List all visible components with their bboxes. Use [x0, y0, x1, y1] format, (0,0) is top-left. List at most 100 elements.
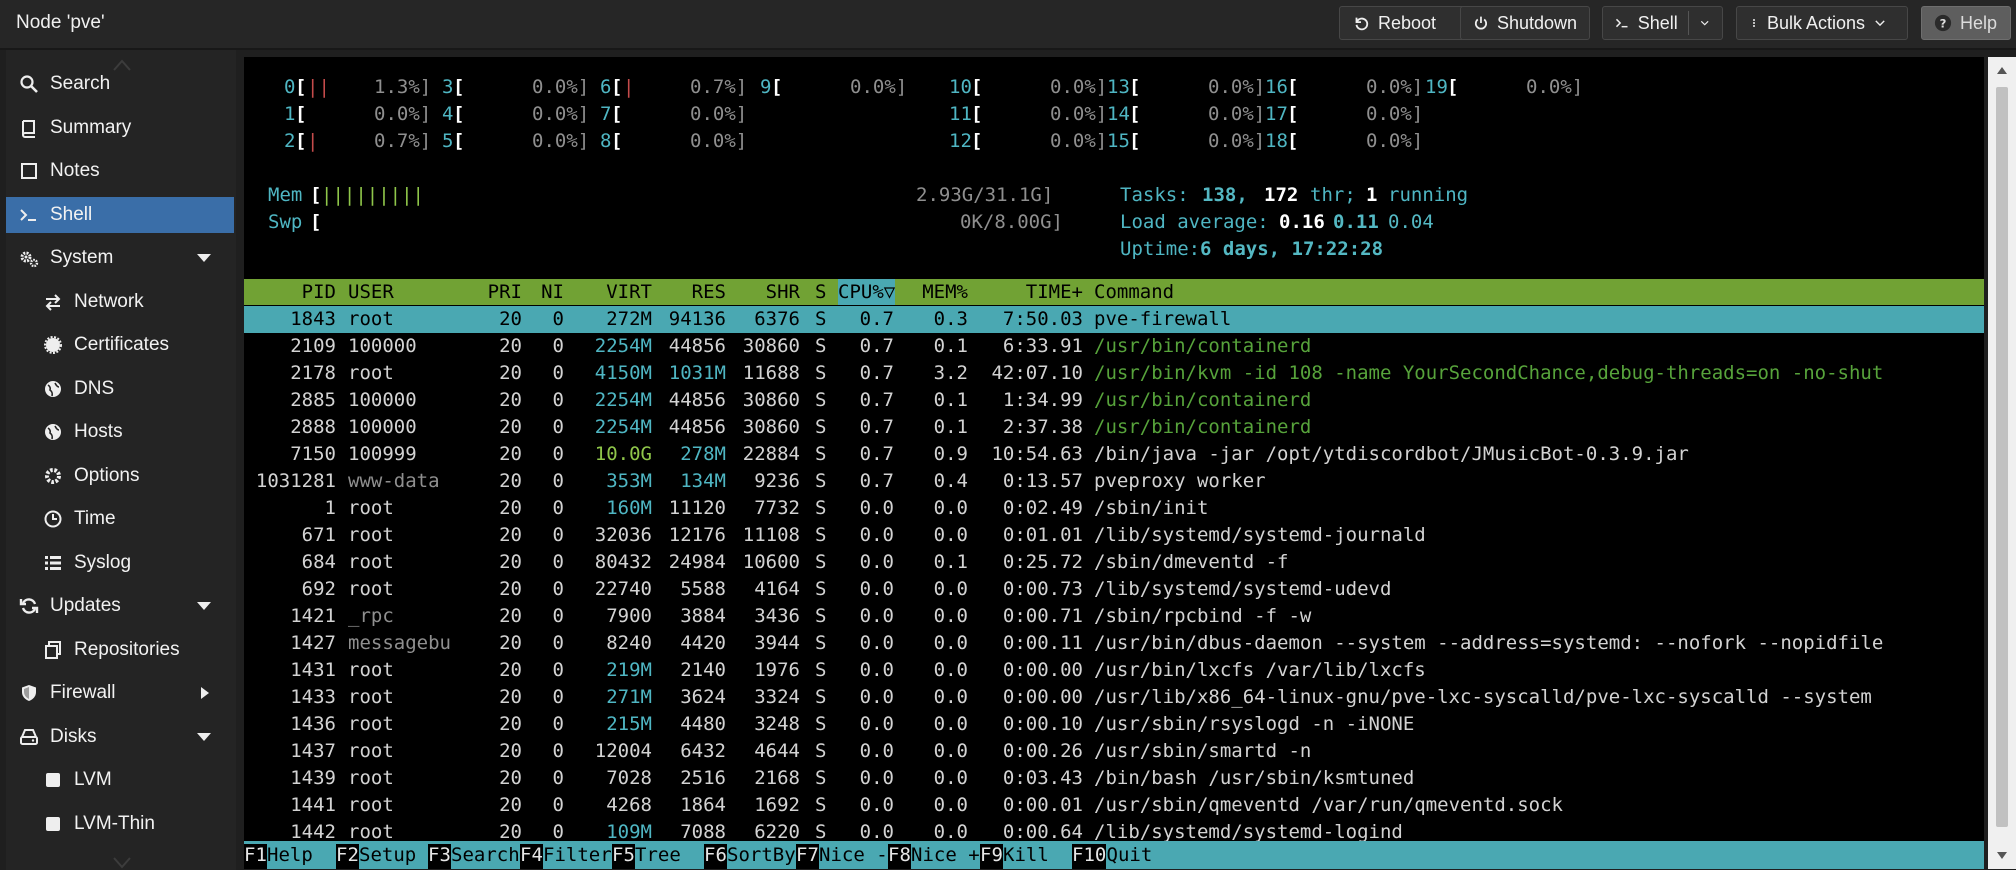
process-row[interactable]: 2888 100000 20 0 2254M 44856 30860 S 0.7 0.1 2:37.…	[244, 414, 1984, 441]
sidebar-item-lvm[interactable]: LVM	[6, 762, 234, 798]
process-row[interactable]: 2885 100000 20 0 2254M 44856 30860 S 0.7 0.1 1:34.…	[244, 387, 1984, 414]
process-row[interactable]: 671 root 20 0 32036 12176 11108 S 0.0 0.0 0:01.01 /…	[244, 522, 1984, 549]
sidebar-item-dns[interactable]: DNS	[6, 371, 234, 407]
fkey-f8-label[interactable]: Nice +	[911, 844, 980, 866]
sidebar-item-firewall[interactable]: Firewall	[6, 675, 234, 711]
sidebar-item-label: Notes	[50, 160, 100, 181]
fkey-f9-label[interactable]: Kill	[1003, 844, 1072, 866]
process-row[interactable]: 2109 100000 20 0 2254M 44856 30860 S 0.7 0.1 6:33.…	[244, 333, 1984, 360]
fkey-f6[interactable]: F6	[704, 844, 727, 869]
shell-button[interactable]: Shell	[1602, 6, 1723, 40]
process-table-header[interactable]: PID USER PRI NI VIRT RES SHR S CPU%▽ MEM…	[244, 279, 1984, 305]
fkey-f7-label[interactable]: Nice -	[819, 844, 888, 866]
col-command[interactable]: Command	[1094, 281, 1174, 303]
fkey-f10[interactable]: F10	[1072, 844, 1107, 869]
sidebar-item-disks[interactable]: Disks	[6, 719, 234, 755]
fkey-f1[interactable]: F1	[244, 844, 267, 869]
fkey-f4[interactable]: F4	[520, 844, 543, 869]
col-pid[interactable]: PID	[244, 281, 336, 303]
sidebar-item-system[interactable]: System	[6, 240, 234, 276]
col-state[interactable]: S	[815, 281, 826, 303]
process-row[interactable]: 692 root 20 0 22740 5588 4164 S 0.0 0.0 0:00.73/li…	[244, 576, 1984, 603]
meter-bracket: [	[1447, 76, 1459, 98]
sidebar-item-label: Repositories	[74, 638, 180, 660]
sidebar-item-hosts[interactable]: Hosts	[6, 414, 234, 450]
process-row-selected[interactable]: 1843 root 20 0 272M 94136 6376 S 0.7 0.3 7:50.03 pv…	[244, 306, 1984, 333]
caret-down-icon[interactable]	[196, 253, 212, 263]
htop-terminal[interactable]: 0[|| 1.3%] 1[0.0%] 2[| 0.7%] 3[0.0%] 4[0.0%] 5[…	[244, 57, 1984, 869]
sidebar-item-summary[interactable]: Summary	[6, 110, 234, 146]
fkey-f10-label[interactable]: Quit	[1107, 844, 1176, 866]
fkey-f9[interactable]: F9	[980, 844, 1003, 869]
process-row[interactable]: 1437 root 20 0 12004 6432 4644 S 0.0 0.0 0:00.26/u…	[244, 738, 1984, 765]
bulk-actions-button[interactable]: Bulk Actions	[1736, 6, 1908, 40]
sidebar-item-options[interactable]: Options	[6, 458, 234, 494]
process-mem: 0.3	[933, 308, 968, 330]
fkey-f7[interactable]: F7	[796, 844, 819, 869]
col-mem[interactable]: MEM%	[908, 281, 968, 303]
fkey-f6-label[interactable]: SortBy	[727, 844, 796, 866]
process-virt: 215M	[606, 713, 652, 735]
fkey-f8[interactable]: F8	[888, 844, 911, 869]
col-pri[interactable]: PRI	[474, 281, 522, 303]
col-cpu-sorted[interactable]: CPU%▽	[838, 279, 896, 305]
col-user[interactable]: USER	[348, 281, 394, 303]
caret-down-icon[interactable]	[196, 601, 212, 611]
fkey-f5[interactable]: F5	[612, 844, 635, 869]
sidebar-item-updates[interactable]: Updates	[6, 588, 234, 624]
process-res: 2140	[680, 659, 726, 681]
col-res[interactable]: RES	[652, 281, 726, 303]
process-row[interactable]: 1439 root 20 0 7028 2516 2168 S 0.0 0.0 0:03.43/bi…	[244, 765, 1984, 792]
process-row[interactable]: 1031281 www-data 20 0 353M 134M 9236 S 0.7 0.4 0:1…	[244, 468, 1984, 495]
sidebar-item-certificates[interactable]: Certificates	[6, 327, 234, 363]
process-user: root	[348, 362, 394, 384]
process-res: 44856	[668, 389, 726, 411]
caret-down-icon[interactable]	[196, 732, 212, 742]
col-shr[interactable]: SHR	[726, 281, 800, 303]
col-time[interactable]: TIME+	[968, 281, 1083, 303]
sidebar-item-search[interactable]: Search	[6, 66, 234, 102]
sidebar-item-repositories[interactable]: Repositories	[6, 632, 234, 668]
scroll-down-icon[interactable]	[112, 856, 132, 870]
fkey-f3-label[interactable]: Search	[451, 844, 520, 866]
reboot-button[interactable]: Reboot	[1339, 6, 1465, 40]
col-ni[interactable]: NI	[524, 281, 564, 303]
sidebar-item-notes[interactable]: Notes	[6, 153, 234, 189]
help-button[interactable]: ? Help	[1921, 6, 2011, 40]
process-row[interactable]: 1436 root 20 0 215M 4480 3248 S 0.0 0.0 0:00.10/us…	[244, 711, 1984, 738]
process-row[interactable]: 1431 root 20 0 219M 2140 1976 S 0.0 0.0 0:00.00/us…	[244, 657, 1984, 684]
scrollbar-thumb[interactable]	[1996, 87, 2008, 827]
process-row[interactable]: 2178 root 20 0 4150M 1031M 11688 S 0.7 3.2 42:07.1…	[244, 360, 1984, 387]
caret-right-icon[interactable]	[200, 686, 210, 700]
sidebar-item-network[interactable]: Network	[6, 284, 234, 320]
fkey-f2[interactable]: F2	[336, 844, 359, 869]
process-row[interactable]: 1421 _rpc 20 0 7900 3884 3436 S 0.0 0.0 0:00.71/sb…	[244, 603, 1984, 630]
process-row[interactable]: 7150 100999 20 0 10.0G 278M 22884 S 0.7 0.9 10:54.…	[244, 441, 1984, 468]
sidebar-item-shell[interactable]: Shell	[6, 196, 234, 233]
fkey-f5-label[interactable]: Tree	[635, 844, 704, 866]
chevron-down-icon[interactable]	[1699, 16, 1710, 30]
process-row[interactable]: 1433 root 20 0 271M 3624 3324 S 0.0 0.0 0:00.00/us…	[244, 684, 1984, 711]
col-virt[interactable]: VIRT	[574, 281, 652, 303]
meter-bracket: [	[1129, 103, 1141, 125]
fkey-f2-label[interactable]: Setup	[359, 844, 428, 866]
sidebar-item-time[interactable]: Time	[6, 501, 234, 537]
process-pid: 692	[301, 578, 336, 600]
shutdown-button[interactable]: Shutdown	[1460, 6, 1590, 40]
scroll-down-icon[interactable]	[1996, 851, 2008, 861]
terminal-scrollbar[interactable]	[1988, 57, 2016, 869]
cpu-percent: 0.0%]	[1208, 76, 1266, 98]
scroll-up-icon[interactable]	[1996, 65, 2008, 75]
process-row[interactable]: 1427 messagebu 20 0 8240 4420 3944 S 0.0 0.0 0:00.…	[244, 630, 1984, 657]
fkey-f3[interactable]: F3	[428, 844, 451, 869]
process-row[interactable]: 1441 root 20 0 4268 1864 1692 S 0.0 0.0 0:00.01/us…	[244, 792, 1984, 819]
sidebar-item-lvm-thin[interactable]: LVM-Thin	[6, 806, 234, 842]
fkey-f1-label[interactable]: Help	[267, 844, 336, 866]
meter-bracket: [	[971, 130, 983, 152]
process-cpu: 0.7	[859, 470, 894, 492]
process-s: S	[815, 794, 827, 816]
process-row[interactable]: 684 root 20 0 80432 24984 10600 S 0.0 0.1 0:25.72 /…	[244, 549, 1984, 576]
fkey-f4-label[interactable]: Filter	[543, 844, 612, 866]
process-row[interactable]: 1 root 20 0 160M 11120 7732 S 0.0 0.0 0:02.49/sbin…	[244, 495, 1984, 522]
sidebar-item-syslog[interactable]: Syslog	[6, 545, 234, 581]
